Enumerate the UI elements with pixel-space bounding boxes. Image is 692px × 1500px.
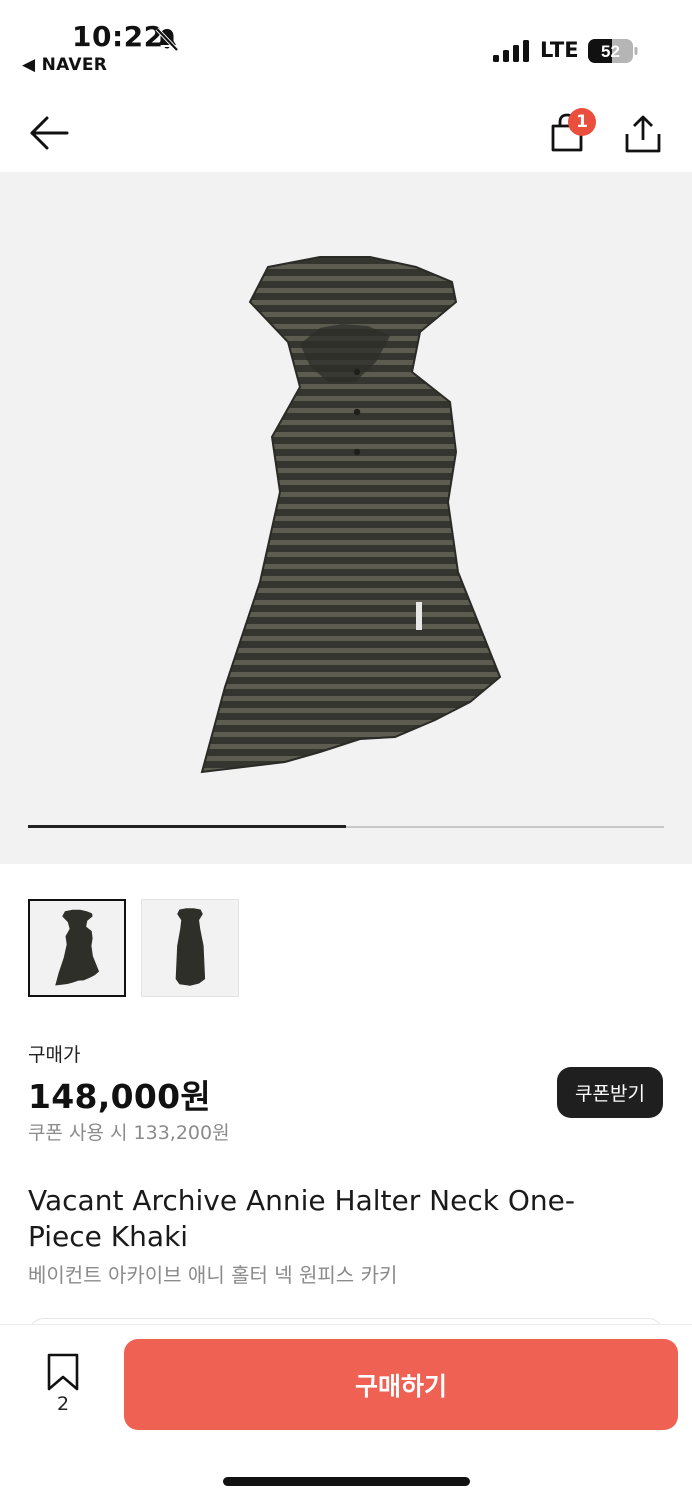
thumbnail-image	[55, 909, 100, 986]
product-image	[200, 256, 502, 774]
bottom-action-bar: 2 구매하기	[0, 1324, 692, 1500]
thumbnail-image	[175, 908, 206, 986]
get-coupon-button[interactable]: 쿠폰받기	[557, 1067, 663, 1118]
price-value: 148,000원	[28, 1077, 212, 1116]
battery-icon: 52	[588, 39, 638, 63]
bookmark-icon[interactable]	[45, 1353, 81, 1391]
back-arrow-icon[interactable]	[28, 114, 70, 152]
price-label: 구매가	[28, 1044, 81, 1066]
share-icon[interactable]	[624, 114, 662, 154]
coupon-price-text: 쿠폰 사용 시 133,200원	[28, 1122, 230, 1144]
carrier-label: LTE	[540, 38, 579, 62]
thumbnail-1[interactable]	[28, 899, 126, 997]
status-time: 10:22	[72, 20, 164, 53]
home-indicator	[223, 1477, 470, 1486]
bell-muted-icon	[155, 27, 179, 52]
cart-count-badge: 1	[568, 108, 596, 136]
product-title: Vacant Archive Annie Halter Neck One-Pie…	[28, 1184, 575, 1253]
back-to-app-link[interactable]: ◀ NAVER	[22, 55, 107, 75]
gallery-progress-bar	[28, 825, 664, 828]
thumbnail-2[interactable]	[141, 899, 239, 997]
bookmark-count: 2	[56, 1393, 70, 1415]
gallery-progress-fill	[28, 825, 346, 828]
battery-level: 52	[601, 42, 620, 61]
buy-button[interactable]: 구매하기	[124, 1339, 678, 1430]
status-bar: 10:22 ◀ NAVER LTE 52	[0, 0, 692, 90]
product-image-carousel[interactable]	[0, 172, 692, 864]
signal-icon	[493, 40, 529, 62]
product-title-korean: 베이컨트 아카이브 애니 홀터 넥 원피스 카키	[28, 1263, 398, 1287]
